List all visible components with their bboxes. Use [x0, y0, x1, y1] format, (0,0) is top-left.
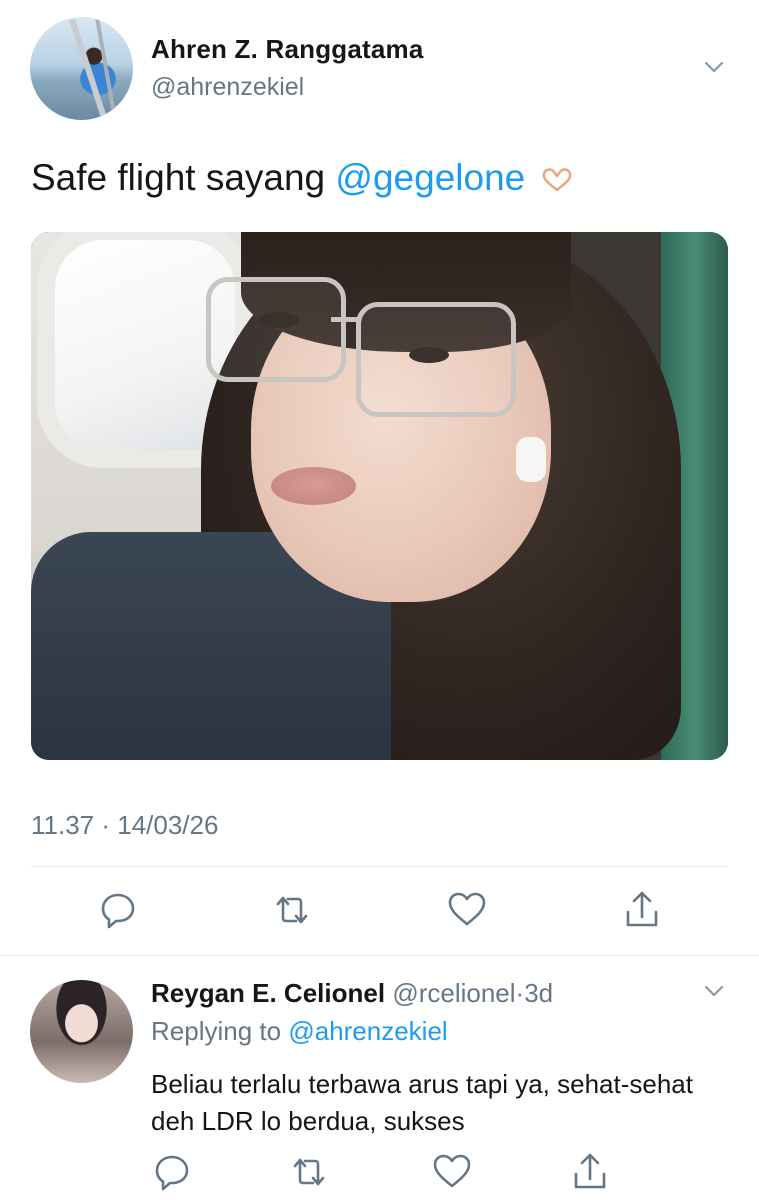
- reply-reply-button[interactable]: [150, 1150, 194, 1194]
- glasses-lens: [206, 277, 346, 382]
- reply-text: Beliau terlalu terbawa arus tapi ya, seh…: [151, 1069, 693, 1136]
- replying-to-mention[interactable]: @ahrenzekiel: [288, 1016, 447, 1046]
- like-icon: [433, 1154, 471, 1188]
- tweet-photo[interactable]: [31, 232, 728, 760]
- heart-hands-emoji: [531, 162, 573, 195]
- retweet-button[interactable]: [270, 888, 314, 932]
- separator-dot: ·: [515, 978, 525, 1008]
- share-icon: [626, 891, 658, 927]
- lips: [271, 467, 356, 505]
- reply-time[interactable]: 3d: [524, 978, 553, 1008]
- retweet-icon: [293, 1158, 325, 1186]
- share-icon: [574, 1153, 606, 1189]
- reply-author-avatar[interactable]: [30, 980, 133, 1083]
- like-button[interactable]: [445, 888, 489, 932]
- reply-author-handle[interactable]: @rcelionel: [392, 978, 515, 1008]
- reply-icon: [155, 1155, 189, 1191]
- glasses-lens: [356, 302, 516, 417]
- author-handle[interactable]: @ahrenzekiel: [151, 73, 304, 102]
- reply-icon: [101, 893, 135, 929]
- chevron-down-icon[interactable]: [703, 980, 725, 1002]
- tweet-text: Safe flight sayang @gegelone: [31, 157, 574, 199]
- replying-to: Replying to @ahrenzekiel: [151, 1016, 448, 1047]
- divider: [0, 955, 759, 956]
- chevron-down-icon[interactable]: [703, 56, 725, 78]
- tweet-timestamp[interactable]: 11.37 · 14/03/26: [31, 810, 218, 841]
- earbud: [516, 437, 546, 482]
- reply-header: Reygan E. Celionel @rcelionel·3d: [151, 978, 553, 1009]
- reply-button[interactable]: [96, 888, 140, 932]
- reply-like-button[interactable]: [430, 1150, 474, 1194]
- mention-link[interactable]: @gegelone: [335, 157, 525, 198]
- reply-share-button[interactable]: [568, 1150, 612, 1194]
- tweet-text-body: Safe flight sayang: [31, 157, 336, 198]
- divider: [31, 866, 728, 867]
- reply-author-name[interactable]: Reygan E. Celionel: [151, 978, 385, 1008]
- glasses-bridge: [331, 317, 361, 322]
- author-name[interactable]: Ahren Z. Ranggatama: [151, 34, 424, 65]
- like-icon: [448, 892, 486, 926]
- author-avatar[interactable]: [30, 17, 133, 120]
- retweet-icon: [276, 896, 308, 924]
- reply-retweet-button[interactable]: [287, 1150, 331, 1194]
- share-button[interactable]: [620, 888, 664, 932]
- replying-to-label: Replying to: [151, 1016, 289, 1046]
